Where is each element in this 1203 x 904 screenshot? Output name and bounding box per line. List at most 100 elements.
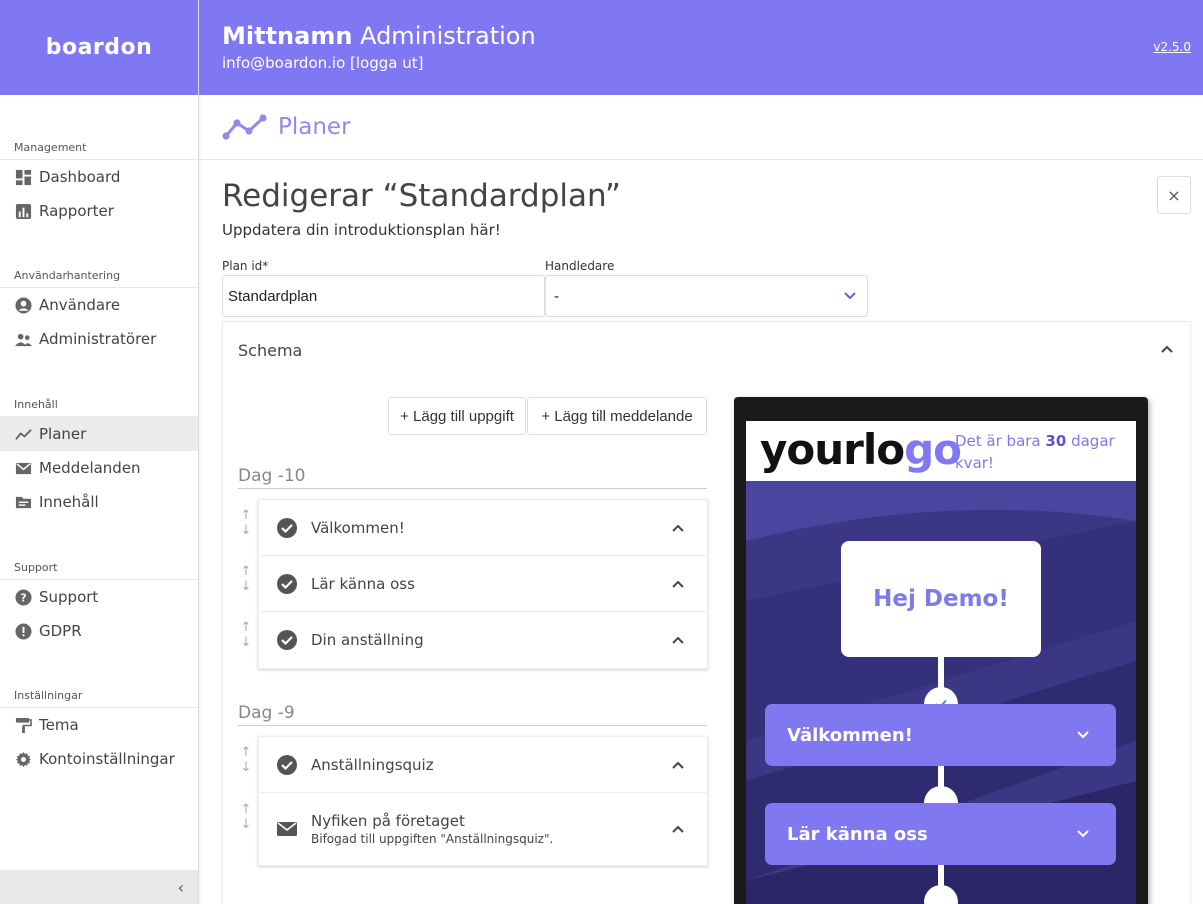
check-circle-icon	[277, 754, 297, 775]
user-circle-icon	[14, 296, 32, 314]
sidebar-item-label: Dashboard	[39, 168, 121, 186]
preview-step[interactable]: Välkommen!	[765, 704, 1116, 766]
sidebar-item-administratörer[interactable]: Administratörer	[0, 322, 198, 356]
sidebar-item-label: Meddelanden	[39, 459, 141, 477]
sidebar-item-label: Tema	[39, 716, 79, 734]
gear-icon	[14, 750, 32, 768]
message-attachment-note: Bifogad till uppgiften "Anställningsquiz…	[311, 832, 554, 846]
chevron-down-icon	[1077, 830, 1089, 838]
task-item[interactable]: Välkommen!	[259, 500, 707, 556]
alert-icon	[14, 622, 32, 640]
reorder-arrows[interactable]: ↑ ↓	[238, 564, 254, 594]
edit-subtitle: Uppdatera din introduktionsplan här!	[222, 221, 501, 239]
envelope-icon	[14, 459, 32, 477]
page-header: Planer	[199, 95, 1203, 160]
sidebar-item-label: Support	[39, 588, 99, 606]
preview-step-label: Välkommen!	[787, 724, 913, 746]
sidebar-item-dashboard[interactable]: Dashboard	[0, 160, 198, 194]
add-task-button[interactable]: + Lägg till uppgift	[388, 397, 526, 435]
preview-logo-part: yourlo	[760, 425, 905, 474]
top-header: Mittnamn Administration info@boardon.io …	[199, 0, 1203, 95]
greeting-card: Hej Demo!	[841, 541, 1041, 657]
task-group: Välkommen! Lär känna oss Din anställning	[258, 499, 708, 669]
nav-section: Innehåll Planer Meddelanden Innehåll	[0, 393, 198, 519]
task-item[interactable]: Din anställning	[259, 612, 707, 668]
message-item[interactable]: Nyfiken på företaget Bifogad till uppgif…	[259, 793, 707, 865]
sidebar-item-gdpr[interactable]: GDPR	[0, 614, 198, 648]
trend-line-icon	[14, 425, 32, 443]
chevron-left-icon: ‹	[177, 877, 184, 897]
app-title-rest: Administration	[360, 22, 536, 50]
preview-header: yourlogo Det är bara 30 dagar kvar!	[746, 421, 1136, 481]
user-logout-link[interactable]: info@boardon.io [logga ut]	[222, 54, 423, 72]
dashboard-icon	[14, 168, 32, 186]
day-label: Dag -9	[238, 703, 707, 726]
chevron-down-icon	[844, 292, 856, 300]
nav-section-title: Management	[0, 136, 198, 160]
close-button[interactable]: ×	[1157, 176, 1191, 214]
chevron-up-icon[interactable]	[671, 822, 685, 836]
schema-title: Schema	[238, 341, 303, 360]
app-preview: yourlogo Det är bara 30 dagar kvar! Hej …	[734, 397, 1148, 904]
sidebar-item-label: GDPR	[39, 622, 82, 640]
task-label: Välkommen!	[311, 518, 405, 537]
preview-step-label: Lär känna oss	[787, 823, 928, 845]
chevron-up-icon[interactable]	[1160, 342, 1174, 356]
sidebar-item-innehåll[interactable]: Innehåll	[0, 485, 198, 519]
sidebar-item-label: Kontoinställningar	[39, 750, 175, 768]
nav-section-title: Innehåll	[0, 393, 198, 417]
task-group: Anställningsquiz Nyfiken på företaget Bi…	[258, 736, 708, 866]
preview-step[interactable]: Lär känna oss	[765, 803, 1116, 865]
version-link[interactable]: v2.5.0	[1153, 40, 1191, 54]
sidebar-collapse-button[interactable]: ‹	[0, 870, 198, 904]
help-icon: ?	[14, 588, 32, 606]
sidebar-item-meddelanden[interactable]: Meddelanden	[0, 451, 198, 485]
handledare-select[interactable]: -	[545, 275, 868, 317]
preview-logo: yourlogo	[760, 425, 962, 474]
check-circle-icon	[277, 630, 297, 650]
sidebar-item-label: Innehåll	[39, 493, 99, 511]
chevron-up-icon[interactable]	[671, 758, 685, 772]
brand-logo[interactable]: boardon	[0, 0, 198, 95]
add-message-button[interactable]: + Lägg till meddelande	[527, 397, 707, 435]
folder-icon	[14, 493, 32, 511]
sidebar-item-label: Rapporter	[39, 202, 114, 220]
preview-screen: yourlogo Det är bara 30 dagar kvar! Hej …	[746, 421, 1136, 904]
chevron-up-icon[interactable]	[671, 521, 685, 535]
days-left-number: 30	[1045, 432, 1067, 450]
sidebar-item-kontoinställningar[interactable]: Kontoinställningar	[0, 742, 198, 776]
sidebar-item-tema[interactable]: Tema	[0, 708, 198, 742]
handledare-value: -	[554, 287, 559, 305]
plan-id-input[interactable]: Standardplan	[222, 275, 545, 317]
reorder-arrows[interactable]: ↑ ↓	[238, 745, 254, 775]
sidebar-item-användare[interactable]: Användare	[0, 288, 198, 322]
task-item[interactable]: Lär känna oss	[259, 556, 707, 612]
reorder-arrows[interactable]: ↑ ↓	[238, 508, 254, 538]
plan-id-label: Plan id*	[222, 259, 269, 273]
sidebar-item-label: Administratörer	[39, 330, 157, 348]
message-label: Nyfiken på företaget	[311, 812, 465, 830]
chevron-up-icon[interactable]	[671, 577, 685, 591]
sidebar-item-support[interactable]: ? Support	[0, 580, 198, 614]
paint-roller-icon	[14, 716, 32, 734]
sidebar: boardon Management Dashboard Rapporter Anvä…	[0, 0, 199, 904]
close-icon: ×	[1167, 185, 1181, 205]
sidebar-item-rapporter[interactable]: Rapporter	[0, 194, 198, 228]
sidebar-item-planer[interactable]: Planer	[0, 417, 198, 451]
task-label: Anställningsquiz	[311, 755, 434, 774]
reorder-arrows[interactable]: ↑ ↓	[238, 620, 254, 650]
app-title-bold: Mittnamn	[222, 22, 353, 50]
chevron-up-icon[interactable]	[671, 633, 685, 647]
page-title: Planer	[278, 114, 351, 140]
bar-chart-icon	[14, 202, 32, 220]
day-label: Dag -10	[238, 466, 707, 489]
chevron-down-icon	[1077, 731, 1089, 739]
nav-section: Management Dashboard Rapporter	[0, 136, 198, 228]
nav-section: Support? Support GDPR	[0, 556, 198, 648]
sidebar-item-label: Planer	[39, 425, 87, 443]
reorder-arrows[interactable]: ↑ ↓	[238, 802, 254, 832]
nav-section: Inställningar Tema Kontoinställningar	[0, 684, 198, 776]
preview-logo-accent: go	[904, 425, 962, 474]
check-circle-icon	[277, 517, 297, 538]
task-item[interactable]: Anställningsquiz	[259, 737, 707, 793]
